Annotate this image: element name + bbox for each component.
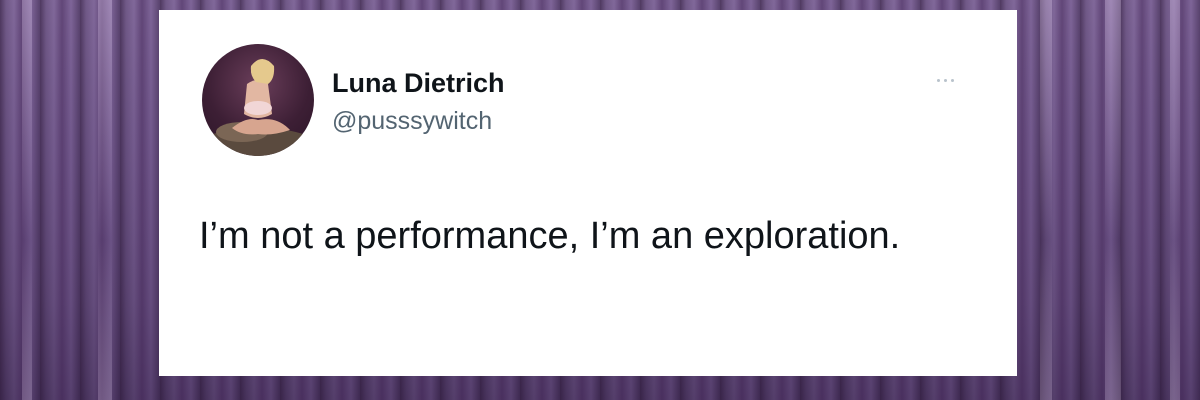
dot <box>950 78 954 82</box>
tweet-card[interactable]: Luna Dietrich @pusssywitch I’m not a per… <box>159 10 1017 376</box>
dot <box>936 78 940 82</box>
more-options-icon[interactable] <box>925 68 965 92</box>
curtain-streak <box>1040 0 1052 400</box>
author-handle[interactable]: @pusssywitch <box>332 107 492 136</box>
dot <box>943 78 947 82</box>
curtain-streak <box>1170 0 1180 400</box>
curtain-streak <box>98 0 112 400</box>
avatar[interactable] <box>202 44 314 156</box>
profile-photo-icon <box>202 59 314 156</box>
curtain-streak <box>22 0 32 400</box>
author-name[interactable]: Luna Dietrich <box>332 68 505 99</box>
tweet-text: I’m not a performance, I’m an exploratio… <box>199 215 901 257</box>
curtain-streak <box>1105 0 1121 400</box>
